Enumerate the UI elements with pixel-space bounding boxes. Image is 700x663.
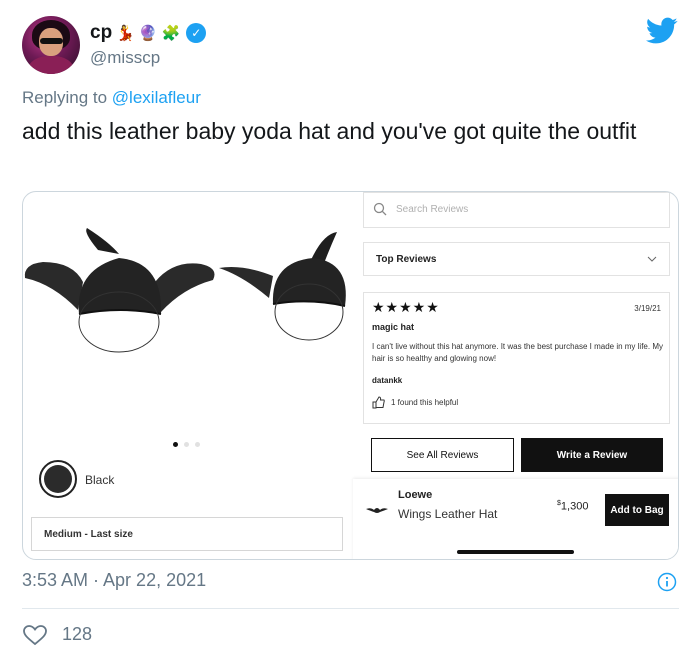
review-card: ★★★★★ 3/19/21 magic hat I can't live wit… (363, 292, 670, 424)
product-name: Wings Leather Hat (398, 507, 498, 521)
replying-to: Replying to @lexilafleur (22, 88, 201, 108)
add-to-bag-button[interactable]: Add to Bag (605, 494, 669, 526)
attached-image[interactable]: Black Medium - Last size Search Reviews … (22, 191, 679, 560)
carousel-dot-3[interactable] (195, 442, 200, 447)
color-label: Black (85, 473, 115, 487)
home-indicator (457, 550, 574, 554)
size-selector[interactable]: Medium - Last size (31, 517, 343, 551)
search-icon (373, 202, 387, 216)
product-thumbnail (366, 508, 388, 513)
verified-icon: ✓ (186, 23, 207, 43)
review-date: 3/19/21 (634, 304, 661, 313)
thumbs-up-icon (372, 396, 385, 409)
search-reviews-input[interactable]: Search Reviews (363, 192, 670, 228)
hat-side-image (219, 232, 346, 341)
hat-front-image (24, 228, 215, 353)
author-name-row: cp 💃 🔮 🧩 ✓ (90, 20, 207, 46)
dancer-emoji: 💃 (116, 24, 135, 42)
twitter-logo-icon[interactable] (646, 16, 678, 46)
carousel-dot-2[interactable] (184, 442, 189, 447)
user-handle[interactable]: @misscp (90, 48, 160, 68)
puzzle-emoji: 🧩 (161, 24, 181, 42)
replying-to-prefix: Replying to (22, 88, 108, 107)
sort-label: Top Reviews (376, 254, 437, 265)
search-placeholder: Search Reviews (396, 204, 469, 215)
avatar[interactable] (22, 16, 80, 74)
helpful-button[interactable]: 1 found this helpful (372, 396, 458, 409)
size-label: Medium - Last size (44, 529, 133, 540)
tweet-timestamp[interactable]: 3:53 AM · Apr 22, 2021 (22, 570, 206, 591)
color-swatch-black[interactable] (39, 460, 77, 498)
like-count: 128 (62, 624, 93, 644)
crystal-ball-emoji: 🔮 (138, 24, 158, 42)
reply-mention-link[interactable]: @lexilafleur (112, 88, 201, 107)
review-body: I can't live without this hat anymore. I… (372, 342, 663, 363)
review-title: magic hat (372, 322, 415, 332)
product-gallery[interactable]: Black Medium - Last size (23, 192, 353, 559)
heart-icon[interactable] (22, 624, 48, 646)
product-brand: Loewe (398, 489, 433, 501)
tweet-text: add this leather baby yoda hat and you'v… (22, 118, 637, 144)
see-all-reviews-button[interactable]: See All Reviews (371, 438, 514, 472)
write-review-button[interactable]: Write a Review (521, 438, 663, 472)
review-author: datankk (372, 376, 403, 385)
review-sort-dropdown[interactable]: Top Reviews (363, 242, 670, 276)
chevron-down-icon (647, 256, 657, 262)
add-to-bag-bar: Loewe Wings Leather Hat $1,300 Add to Ba… (353, 479, 678, 559)
tweet: cp 💃 🔮 🧩 ✓ @misscp Replying to @lexilafl… (0, 0, 700, 663)
display-name[interactable]: cp (90, 22, 112, 44)
rating-stars: ★★★★★ (372, 299, 440, 315)
carousel-dots[interactable] (173, 442, 200, 447)
helpful-count: 1 found this helpful (391, 398, 459, 407)
divider (22, 608, 679, 609)
product-price: $1,300 (557, 500, 589, 513)
carousel-dot-1[interactable] (173, 442, 178, 447)
info-icon[interactable] (657, 572, 677, 592)
